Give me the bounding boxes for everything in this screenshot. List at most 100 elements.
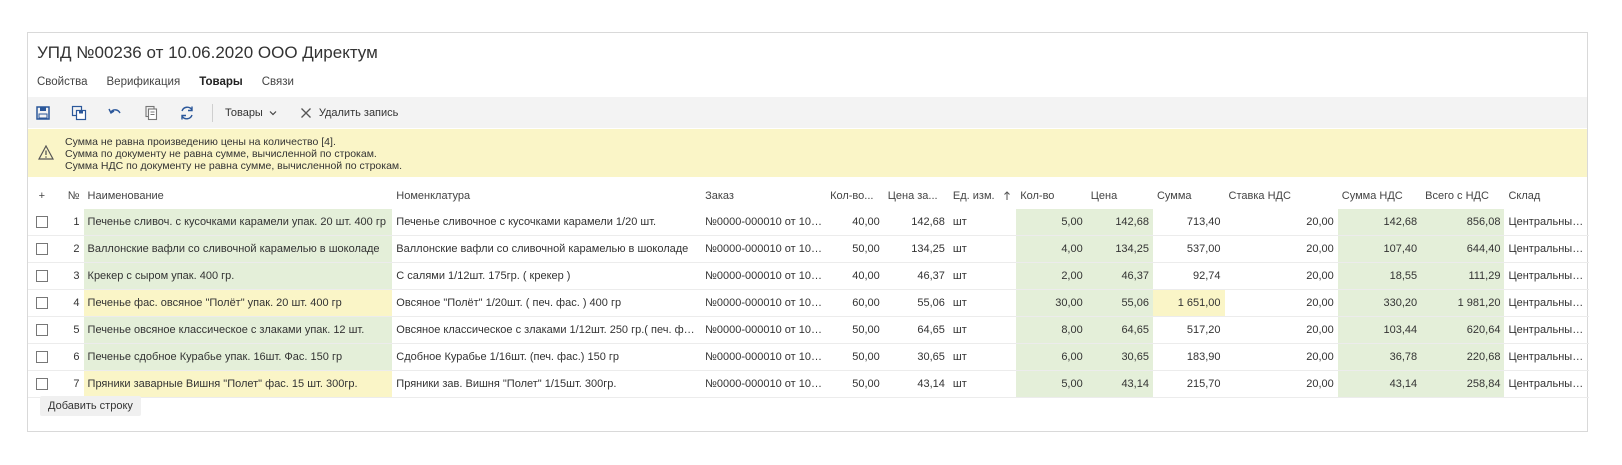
row-number[interactable]: 2 — [55, 235, 84, 263]
table-row[interactable]: 7 Пряники заварные Вишня "Полет" фас. 15 … — [28, 370, 1589, 398]
cell-nomenclature[interactable]: Сдобное Курабье 1/16шт. (печ. фас.) 150 … — [392, 343, 702, 371]
cell-qty-order[interactable]: 40,00 — [826, 209, 884, 236]
cell-qty[interactable]: 8,00 — [1016, 316, 1087, 344]
cell-total[interactable]: 644,40 — [1421, 235, 1505, 263]
cell-sum[interactable]: 183,90 — [1152, 343, 1225, 371]
cell-name[interactable]: Пряники заварные Вишня "Полет" фас. 15 ш… — [83, 370, 393, 398]
row-checkbox[interactable] — [35, 297, 48, 310]
row-checkbox[interactable] — [35, 378, 48, 391]
row-number[interactable]: 6 — [55, 343, 84, 371]
column-header-sum[interactable]: Сумма — [1153, 183, 1225, 209]
cell-qty-order[interactable]: 50,00 — [826, 316, 884, 344]
cell-qty-order[interactable]: 50,00 — [826, 370, 884, 398]
cell-nomenclature[interactable]: Валлонские вафли со сливочной карамелью … — [392, 235, 702, 263]
table-row[interactable]: 1 Печенье сливоч. с кусочками карамели уп… — [28, 209, 1589, 236]
cell-total[interactable]: 856,08 — [1421, 209, 1505, 236]
add-column-button[interactable]: + — [28, 183, 56, 209]
cell-price-order[interactable]: 64,65 — [883, 316, 949, 344]
cell-price[interactable]: 43,14 — [1086, 370, 1153, 398]
cell-nomenclature[interactable]: Печенье сливочное с кусочками карамели 1… — [392, 209, 702, 236]
save-button[interactable] — [32, 102, 54, 124]
row-number[interactable]: 5 — [55, 316, 84, 344]
undo-button[interactable] — [104, 102, 126, 124]
cell-vat-rate[interactable]: 20,00 — [1224, 262, 1338, 290]
cell-vat-sum[interactable]: 330,20 — [1337, 289, 1422, 317]
cell-unit[interactable]: шт — [948, 209, 1017, 236]
cell-unit[interactable]: шт — [948, 262, 1017, 290]
cell-vat-sum[interactable]: 107,40 — [1337, 235, 1422, 263]
cell-vat-sum[interactable]: 142,68 — [1337, 209, 1422, 236]
cell-price[interactable]: 55,06 — [1086, 289, 1153, 317]
cell-unit[interactable]: шт — [948, 316, 1017, 344]
cell-total[interactable]: 111,29 — [1421, 262, 1505, 290]
column-header-price[interactable]: Цена — [1087, 183, 1153, 209]
cell-nomenclature[interactable]: Овсяное "Полёт" 1/20шт. ( печ. фас. ) 40… — [392, 289, 702, 317]
cell-sum[interactable]: 1 651,00 — [1152, 289, 1225, 317]
cell-order[interactable]: №0000-000010 от 10.06.2020 — [701, 316, 827, 344]
cell-price[interactable]: 46,37 — [1086, 262, 1153, 290]
cell-qty[interactable]: 2,00 — [1016, 262, 1087, 290]
cell-order[interactable]: №0000-000010 от 10.06.2020 — [701, 343, 827, 371]
cell-price[interactable]: 142,68 — [1086, 209, 1153, 236]
cell-name[interactable]: Валлонские вафли со сливочной карамелью … — [83, 235, 393, 263]
column-header-price-order[interactable]: Цена за... — [884, 183, 949, 209]
cell-qty[interactable]: 5,00 — [1016, 370, 1087, 398]
cell-total[interactable]: 220,68 — [1421, 343, 1505, 371]
save-and-close-button[interactable] — [68, 102, 90, 124]
cell-qty[interactable]: 5,00 — [1016, 209, 1087, 236]
cell-warehouse[interactable]: Центральный склад — [1504, 316, 1589, 344]
cell-warehouse[interactable]: Центральный склад — [1504, 262, 1589, 290]
cell-price-order[interactable]: 46,37 — [883, 262, 949, 290]
table-row[interactable]: 6 Печенье сдобное Курабье упак. 16шт. Фас… — [28, 343, 1589, 371]
cell-total[interactable]: 620,64 — [1421, 316, 1505, 344]
cell-qty-order[interactable]: 50,00 — [826, 235, 884, 263]
cell-nomenclature[interactable]: Овсяное классическое с злаками 1/12шт. 2… — [392, 316, 702, 344]
column-header-order[interactable]: Заказ — [701, 183, 826, 209]
row-checkbox[interactable] — [35, 243, 48, 256]
cell-sum[interactable]: 215,70 — [1152, 370, 1225, 398]
cell-name[interactable]: Печенье фас. овсяное "Полёт" упак. 20 шт… — [83, 289, 393, 317]
row-checkbox[interactable] — [35, 216, 48, 229]
cell-qty-order[interactable]: 50,00 — [826, 343, 884, 371]
tab-links[interactable]: Связи — [262, 75, 294, 99]
cell-vat-rate[interactable]: 20,00 — [1224, 316, 1338, 344]
cell-order[interactable]: №0000-000010 от 10.06.2020 — [701, 209, 827, 236]
cell-warehouse[interactable]: Центральный склад — [1504, 289, 1589, 317]
column-header-warehouse[interactable]: Склад — [1504, 183, 1589, 209]
cell-warehouse[interactable]: Центральный склад — [1504, 343, 1589, 371]
column-header-qty[interactable]: Кол-во — [1016, 183, 1087, 209]
cell-total[interactable]: 258,84 — [1421, 370, 1505, 398]
cell-price-order[interactable]: 55,06 — [883, 289, 949, 317]
cell-price-order[interactable]: 142,68 — [883, 209, 949, 236]
row-number[interactable]: 4 — [55, 289, 84, 317]
row-checkbox[interactable] — [35, 270, 48, 283]
cell-price[interactable]: 30,65 — [1086, 343, 1153, 371]
row-number[interactable]: 7 — [55, 370, 84, 398]
table-row[interactable]: 3 Крекер с сыром упак. 400 гр. С салями 1/… — [28, 262, 1589, 290]
cell-price[interactable]: 134,25 — [1086, 235, 1153, 263]
column-header-total[interactable]: Всего с НДС — [1421, 183, 1504, 209]
row-checkbox[interactable] — [35, 324, 48, 337]
cell-price-order[interactable]: 43,14 — [883, 370, 949, 398]
cell-name[interactable]: Крекер с сыром упак. 400 гр. — [83, 262, 393, 290]
cell-name[interactable]: Печенье овсяное классическое с злаками у… — [83, 316, 393, 344]
cell-warehouse[interactable]: Центральный склад — [1504, 235, 1589, 263]
cell-name[interactable]: Печенье сдобное Курабье упак. 16шт. Фас.… — [83, 343, 393, 371]
tab-verification[interactable]: Верификация — [107, 75, 181, 99]
cell-unit[interactable]: шт — [948, 289, 1017, 317]
copy-button[interactable] — [140, 102, 162, 124]
row-number[interactable]: 3 — [55, 262, 84, 290]
cell-vat-rate[interactable]: 20,00 — [1224, 370, 1338, 398]
cell-total[interactable]: 1 981,20 — [1421, 289, 1505, 317]
cell-warehouse[interactable]: Центральный склад — [1504, 370, 1589, 398]
cell-order[interactable]: №0000-000010 от 10.06.2020 — [701, 370, 827, 398]
delete-record-button[interactable]: Удалить запись — [300, 107, 398, 119]
column-header-vat-sum[interactable]: Сумма НДС — [1338, 183, 1421, 209]
table-row[interactable]: 5 Печенье овсяное классическое с злаками … — [28, 316, 1589, 344]
cell-unit[interactable]: шт — [948, 235, 1017, 263]
cell-vat-rate[interactable]: 20,00 — [1224, 289, 1338, 317]
cell-vat-sum[interactable]: 18,55 — [1337, 262, 1422, 290]
row-checkbox[interactable] — [35, 351, 48, 364]
column-header-qty-order[interactable]: Кол-во... — [826, 183, 884, 209]
cell-vat-sum[interactable]: 36,78 — [1337, 343, 1422, 371]
